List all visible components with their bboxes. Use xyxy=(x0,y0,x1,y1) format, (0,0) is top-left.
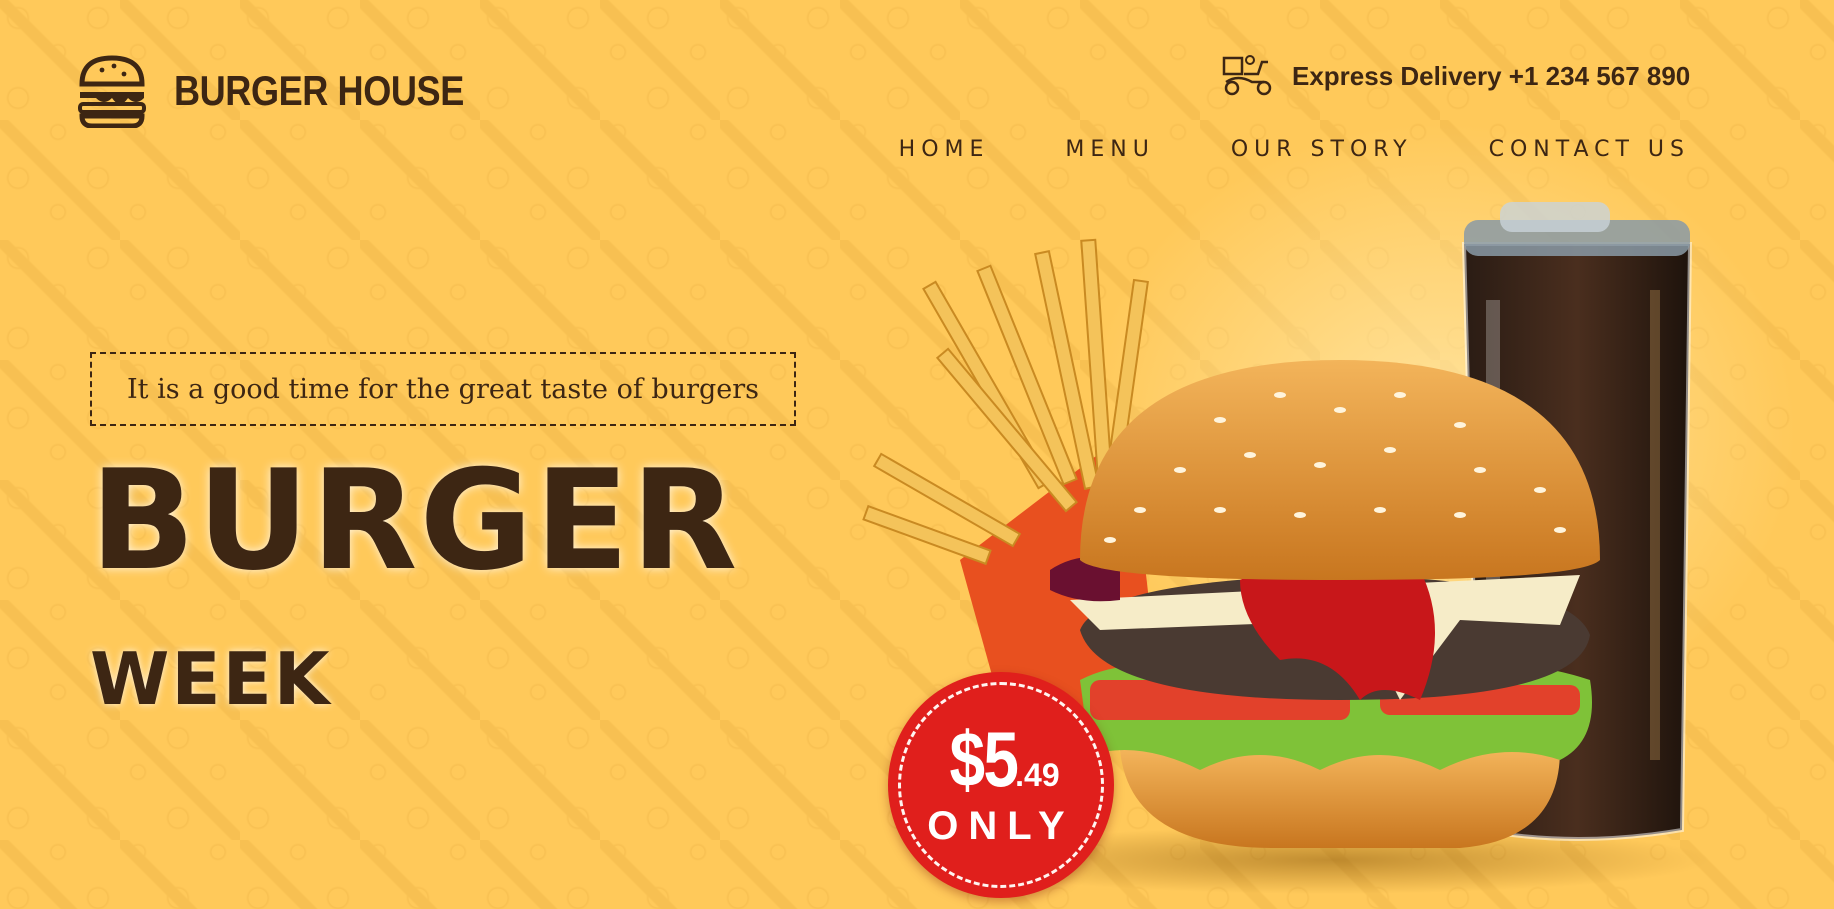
nav-home[interactable]: HOME xyxy=(899,137,990,162)
badge-price-main: $5 xyxy=(949,715,1020,803)
burger-icon xyxy=(76,54,148,128)
delivery-info: Express Delivery +1 234 567 890 xyxy=(1222,52,1690,100)
main-nav: HOME MENU OUR STORY CONTACT US xyxy=(899,137,1690,162)
badge-suffix: ONLY xyxy=(927,804,1075,848)
brand-name: BURGER HOUSE xyxy=(174,67,464,114)
hero-subtitle: WEEK xyxy=(90,637,332,721)
nav-menu[interactable]: MENU xyxy=(1065,137,1154,162)
hero-title: BURGER xyxy=(90,440,740,601)
badge-price: $5.49 xyxy=(888,714,1114,805)
hero-tagline: It is a good time for the great taste of… xyxy=(90,352,796,426)
price-badge: $5.49 ONLY xyxy=(888,672,1114,898)
delivery-phone[interactable]: Express Delivery +1 234 567 890 xyxy=(1292,61,1690,92)
brand-logo[interactable]: BURGER HOUSE xyxy=(76,54,511,128)
scooter-delivery-icon xyxy=(1222,52,1274,100)
nav-contact-us[interactable]: CONTACT US xyxy=(1489,137,1690,162)
badge-price-cents: .49 xyxy=(1015,757,1060,793)
burger xyxy=(1050,360,1600,849)
nav-our-story[interactable]: OUR STORY xyxy=(1231,137,1413,162)
